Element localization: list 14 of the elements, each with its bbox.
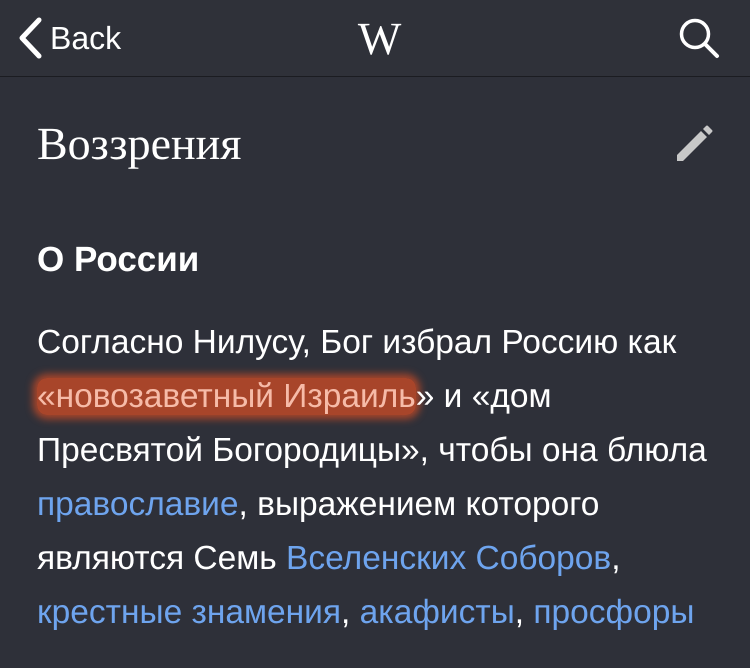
article-link[interactable]: православие [37,486,239,523]
article-link[interactable]: крестные знамения [37,594,342,631]
article-link[interactable]: Вселенских Соборов [286,540,612,577]
wikipedia-logo[interactable]: W [358,12,402,64]
article-paragraph: Согласно Нилусу, Бог избрал Россию как «новозаветный Израиль» и «дом Пресвятой Богородицы», чтобы она блюла православие, выражением которого являются Семь Вселенских Соборов, крестные знамения, акафисты, просфоры [37,323,708,633]
highlighted-link[interactable]: «новозаветный Израиль [37,378,416,415]
chevron-left-icon [18,17,42,59]
subsection-heading: О России [37,240,200,280]
back-button[interactable]: Back [18,17,122,59]
section-title: Воззрения [37,117,242,170]
pencil-icon[interactable] [675,124,713,162]
search-icon[interactable] [678,17,720,59]
article-link[interactable]: просфоры [533,594,694,631]
article-link[interactable]: акафисты [360,594,515,631]
